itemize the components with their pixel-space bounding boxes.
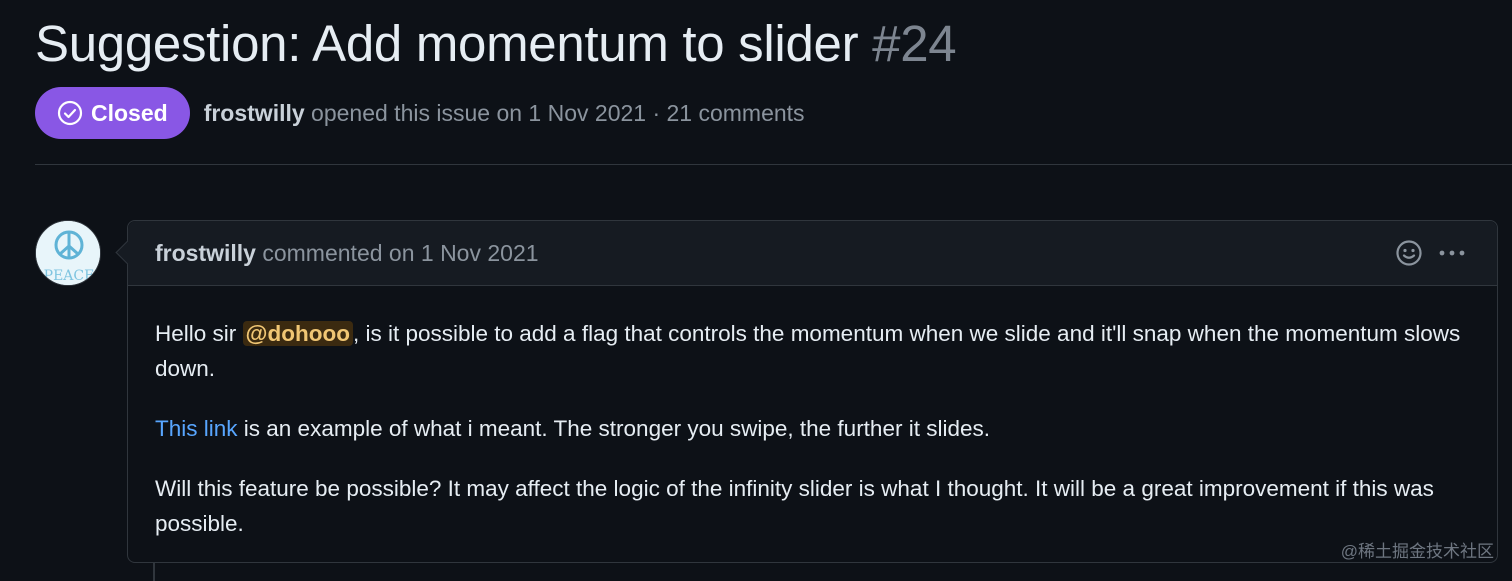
issue-author-link[interactable]: frostwilly — [204, 100, 305, 126]
avatar-text: PEACE — [44, 268, 95, 284]
comment-actions — [1395, 239, 1467, 267]
timeline-line — [153, 562, 155, 581]
state-label: Closed — [91, 99, 168, 126]
closed-state-badge: Closed — [35, 87, 190, 139]
example-link[interactable]: This link — [155, 416, 238, 441]
watermark: @稀土掘金技术社区 — [1340, 542, 1494, 561]
comment-body: Hello sir @dohooo, is it possible to add… — [128, 286, 1497, 541]
avatar[interactable]: PEACE — [35, 220, 101, 286]
comment-paragraph-1: Hello sir @dohooo, is it possible to add… — [155, 316, 1471, 386]
comment-box: frostwilly commented on 1 Nov 2021 Hello… — [127, 220, 1498, 563]
add-reaction-button[interactable] — [1395, 239, 1423, 267]
user-mention-link[interactable]: @dohooo — [242, 321, 353, 346]
comment-paragraph-2: This link is an example of what i meant.… — [155, 411, 1471, 446]
p1-text-before: Hello sir — [155, 321, 243, 346]
smiley-icon — [1396, 240, 1422, 266]
peace-icon: PEACE — [36, 221, 100, 285]
issue-meta-text: frostwilly opened this issue on 1 Nov 20… — [204, 100, 805, 127]
kebab-horizontal-icon — [1439, 250, 1465, 256]
comment-author-link[interactable]: frostwilly — [155, 240, 256, 266]
issue-title-text: Suggestion: Add momentum to slider — [35, 15, 859, 72]
issue-page: Suggestion: Add momentum to slider #24 C… — [0, 0, 1512, 581]
comment-header-text: frostwilly commented on 1 Nov 2021 — [155, 240, 539, 267]
issue-number: #24 — [872, 15, 957, 72]
issue-title: Suggestion: Add momentum to slider #24 — [35, 14, 957, 73]
check-circle-icon — [57, 100, 83, 126]
comment-paragraph-3: Will this feature be possible? It may af… — [155, 476, 1434, 536]
comment-date-text[interactable]: commented on 1 Nov 2021 — [256, 240, 538, 266]
comment-options-button[interactable] — [1437, 239, 1467, 267]
issue-meta-rest: opened this issue on 1 Nov 2021 · 21 com… — [304, 99, 805, 126]
issue-meta: Closed frostwilly opened this issue on 1… — [35, 87, 805, 139]
header-divider — [35, 164, 1512, 165]
p2-text-after: is an example of what i meant. The stron… — [237, 416, 990, 441]
comment-header: frostwilly commented on 1 Nov 2021 — [128, 221, 1497, 286]
